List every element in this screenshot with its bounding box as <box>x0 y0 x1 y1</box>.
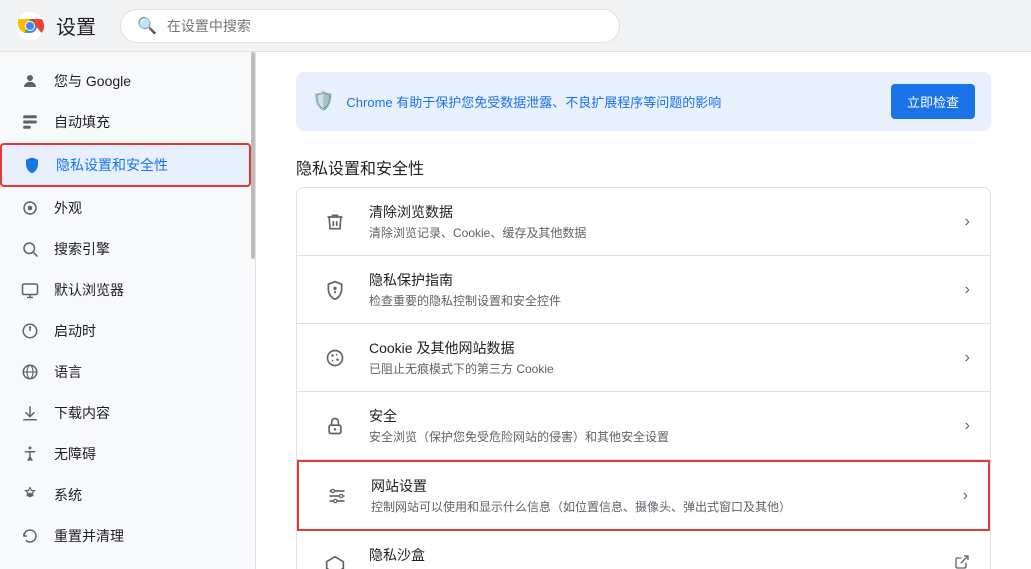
external-link-icon <box>954 554 970 569</box>
accessibility-icon <box>20 444 40 464</box>
download-icon <box>20 403 40 423</box>
system-icon <box>20 485 40 505</box>
search-icon <box>20 239 40 259</box>
settings-item-privacy-sandbox[interactable]: 隐私沙盒 试用版功能已开启 <box>297 531 990 569</box>
sidebar-item-reset[interactable]: 重置并清理 <box>0 516 247 556</box>
settings-item-cookies[interactable]: Cookie 及其他网站数据 已阻止无痕模式下的第三方 Cookie › <box>297 324 990 392</box>
sidebar-item-search[interactable]: 搜索引擎 <box>0 229 247 269</box>
cookies-text: Cookie 及其他网站数据 已阻止无痕模式下的第三方 Cookie <box>369 338 965 377</box>
notice-banner: 🛡️ Chrome 有助于保护您免受数据泄露、不良扩展程序等问题的影响 立即检查 <box>296 72 991 131</box>
reset-icon <box>20 526 40 546</box>
privacy-guide-title: 隐私保护指南 <box>369 270 965 290</box>
sidebar: 您与 Google 自动填充 隐私设置和安全性 外观 搜索引擎 默认浏览器 启动… <box>0 52 256 569</box>
sidebar-item-language[interactable]: 语言 <box>0 352 247 392</box>
page-title: 设置 <box>56 11 96 40</box>
privacy-guide-text: 隐私保护指南 检查重要的隐私控制设置和安全控件 <box>369 270 965 309</box>
clear-browsing-desc: 清除浏览记录、Cookie、缓存及其他数据 <box>369 224 965 241</box>
cookies-icon <box>317 340 353 376</box>
settings-item-privacy-guide[interactable]: 隐私保护指南 检查重要的隐私控制设置和安全控件 › <box>297 256 990 324</box>
settings-list: 清除浏览数据 清除浏览记录、Cookie、缓存及其他数据 › 隐私保护指南 检查… <box>296 187 991 569</box>
clear-browsing-text: 清除浏览数据 清除浏览记录、Cookie、缓存及其他数据 <box>369 202 965 241</box>
sidebar-item-label: 默认浏览器 <box>54 280 124 300</box>
sidebar-item-label: 您与 Google <box>54 71 131 91</box>
site-settings-text: 网站设置 控制网站可以使用和显示什么信息（如位置信息、摄像头、弹出式窗口及其他） <box>371 476 963 515</box>
sidebar-item-label: 无障碍 <box>54 444 96 464</box>
search-icon: 🔍 <box>137 16 157 36</box>
startup-icon <box>20 321 40 341</box>
google-icon <box>20 71 40 91</box>
content-area: 🛡️ Chrome 有助于保护您免受数据泄露、不良扩展程序等问题的影响 立即检查… <box>256 52 1031 569</box>
clear-browsing-icon <box>317 204 353 240</box>
site-settings-desc: 控制网站可以使用和显示什么信息（如位置信息、摄像头、弹出式窗口及其他） <box>371 498 963 515</box>
privacy-sandbox-text: 隐私沙盒 试用版功能已开启 <box>369 545 954 569</box>
sidebar-item-label: 隐私设置和安全性 <box>56 155 168 175</box>
settings-item-security[interactable]: 安全 安全浏览（保护您免受危险网站的侵害）和其他安全设置 › <box>297 392 990 460</box>
shield-icon: 🛡️ <box>312 91 334 112</box>
notice-text: Chrome 有助于保护您免受数据泄露、不良扩展程序等问题的影响 <box>346 92 891 111</box>
sidebar-item-browser[interactable]: 默认浏览器 <box>0 270 247 310</box>
autofill-icon <box>20 112 40 132</box>
sidebar-item-google[interactable]: 您与 Google <box>0 61 247 101</box>
sidebar-item-label: 外观 <box>54 198 82 218</box>
sidebar-item-label: 下载内容 <box>54 403 110 423</box>
topbar: 设置 🔍 <box>0 0 1031 52</box>
sidebar-item-label: 启动时 <box>54 321 96 341</box>
privacy-icon <box>22 155 42 175</box>
site-settings-icon <box>319 478 355 514</box>
chevron-right-icon: › <box>965 213 970 231</box>
sidebar-item-label: 系统 <box>54 485 82 505</box>
settings-item-clear-browsing[interactable]: 清除浏览数据 清除浏览记录、Cookie、缓存及其他数据 › <box>297 188 990 256</box>
security-title: 安全 <box>369 406 965 426</box>
sidebar-item-label: 重置并清理 <box>54 526 124 546</box>
security-text: 安全 安全浏览（保护您免受危险网站的侵害）和其他安全设置 <box>369 406 965 445</box>
sidebar-item-download[interactable]: 下载内容 <box>0 393 247 433</box>
security-icon <box>317 408 353 444</box>
chrome-logo-icon <box>16 12 44 40</box>
sidebar-item-label: 自动填充 <box>54 112 110 132</box>
site-settings-title: 网站设置 <box>371 476 963 496</box>
sidebar-item-appearance[interactable]: 外观 <box>0 188 247 228</box>
sidebar-item-privacy[interactable]: 隐私设置和安全性 <box>0 143 251 187</box>
cookies-desc: 已阻止无痕模式下的第三方 Cookie <box>369 360 965 377</box>
sidebar-item-startup[interactable]: 启动时 <box>0 311 247 351</box>
security-desc: 安全浏览（保护您免受危险网站的侵害）和其他安全设置 <box>369 428 965 445</box>
search-bar[interactable]: 🔍 <box>120 9 620 43</box>
check-now-button[interactable]: 立即检查 <box>891 84 975 119</box>
section-title: 隐私设置和安全性 <box>296 155 991 179</box>
sidebar-item-system[interactable]: 系统 <box>0 475 247 515</box>
privacy-sandbox-icon <box>317 547 353 569</box>
browser-icon <box>20 280 40 300</box>
sidebar-item-label: 语言 <box>54 362 82 382</box>
privacy-sandbox-title: 隐私沙盒 <box>369 545 954 565</box>
cookies-title: Cookie 及其他网站数据 <box>369 338 965 358</box>
chevron-right-icon: › <box>965 281 970 299</box>
sidebar-item-autofill[interactable]: 自动填充 <box>0 102 247 142</box>
chevron-right-icon: › <box>965 417 970 435</box>
privacy-guide-icon <box>317 272 353 308</box>
appearance-icon <box>20 198 40 218</box>
sidebar-item-label: 搜索引擎 <box>54 239 110 259</box>
chevron-right-icon: › <box>965 349 970 367</box>
sidebar-item-accessibility[interactable]: 无障碍 <box>0 434 247 474</box>
search-input[interactable] <box>167 18 603 34</box>
language-icon <box>20 362 40 382</box>
privacy-guide-desc: 检查重要的隐私控制设置和安全控件 <box>369 292 965 309</box>
main-layout: 您与 Google 自动填充 隐私设置和安全性 外观 搜索引擎 默认浏览器 启动… <box>0 52 1031 569</box>
clear-browsing-title: 清除浏览数据 <box>369 202 965 222</box>
chevron-right-icon: › <box>963 487 968 505</box>
settings-item-site-settings[interactable]: 网站设置 控制网站可以使用和显示什么信息（如位置信息、摄像头、弹出式窗口及其他）… <box>297 460 990 531</box>
